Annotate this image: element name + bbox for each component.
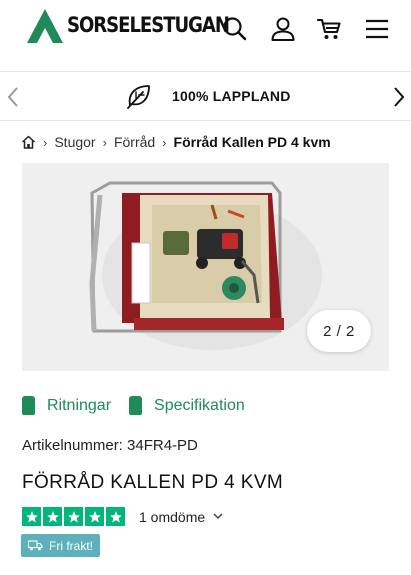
- home-icon[interactable]: [21, 135, 36, 149]
- cart-button[interactable]: [314, 14, 344, 44]
- rating[interactable]: 1 omdöme: [22, 507, 223, 526]
- product-title: FÖRRÅD KALLEN PD 4 KVM: [22, 472, 284, 493]
- star-icon: [64, 507, 83, 526]
- shipping-badge: Fri frakt!: [21, 534, 100, 557]
- star-icon: [22, 507, 41, 526]
- tab-specifikation[interactable]: Specifikation: [129, 396, 245, 415]
- star-icon: [43, 507, 62, 526]
- site-header: SORSELESTUGAN: [0, 0, 411, 72]
- gallery-pager[interactable]: 2 / 2: [307, 310, 371, 352]
- breadcrumb-separator: ›: [43, 134, 48, 150]
- usp-prev-button[interactable]: [4, 85, 24, 109]
- account-button[interactable]: [268, 14, 298, 44]
- breadcrumb-current: Förråd Kallen PD 4 kvm: [173, 134, 331, 150]
- truck-icon: [28, 540, 43, 551]
- breadcrumb-link-forrad[interactable]: Förråd: [114, 134, 155, 150]
- star-icon: [85, 507, 104, 526]
- usp-bar: 100% LAPPLAND: [0, 73, 411, 121]
- breadcrumb-separator: ›: [162, 134, 167, 150]
- breadcrumb: › Stugor › Förråd › Förråd Kallen PD 4 k…: [21, 134, 331, 150]
- usp-item: 100% LAPPLAND: [126, 83, 291, 109]
- chevron-right-icon: [394, 87, 405, 107]
- tab-label: Ritningar: [47, 396, 112, 414]
- article-number: Artikelnummer: 34FR4-PD: [22, 437, 198, 454]
- usp-text: 100% LAPPLAND: [172, 88, 291, 104]
- tab-label: Specifikation: [154, 396, 245, 414]
- tab-ritningar[interactable]: Ritningar: [22, 396, 111, 415]
- chevron-down-icon: [213, 513, 223, 520]
- rating-stars: [22, 507, 127, 526]
- leaf-icon: [127, 85, 150, 109]
- search-button[interactable]: [220, 14, 250, 44]
- star-icon: [106, 507, 125, 526]
- cart-icon: [316, 18, 341, 39]
- breadcrumb-separator: ›: [102, 134, 107, 150]
- chevron-left-icon: [7, 87, 18, 107]
- user-icon: [271, 17, 295, 41]
- document-icon: [22, 396, 35, 415]
- menu-button[interactable]: [362, 14, 392, 44]
- document-icon: [129, 396, 143, 415]
- review-count: 1 omdöme: [139, 508, 206, 525]
- logo-mark-icon: [27, 9, 63, 43]
- logo-text: SORSELESTUGAN: [67, 13, 230, 37]
- product-doc-tabs: Ritningar Specifikation: [22, 396, 263, 415]
- menu-icon: [366, 19, 388, 39]
- breadcrumb-link-stugor[interactable]: Stugor: [54, 134, 95, 150]
- badge-text: Fri frakt!: [49, 538, 93, 553]
- usp-next-button[interactable]: [389, 85, 409, 109]
- search-icon: [223, 17, 247, 41]
